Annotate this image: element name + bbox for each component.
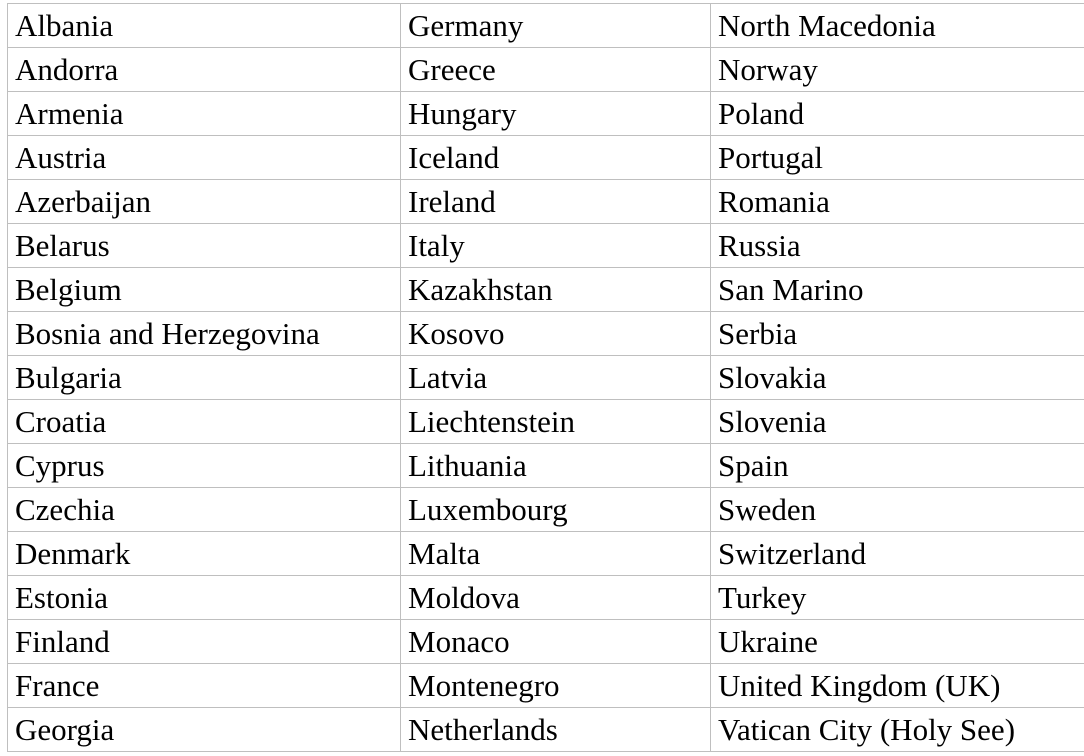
- country-cell: Finland: [7, 619, 401, 664]
- country-cell: Estonia: [7, 575, 401, 620]
- table-row: Azerbaijan Ireland Romania: [7, 179, 1084, 224]
- country-cell: United Kingdom (UK): [710, 663, 1084, 708]
- country-cell: Sweden: [710, 487, 1084, 532]
- country-cell: Luxembourg: [400, 487, 711, 532]
- country-cell: Georgia: [7, 707, 401, 752]
- table-row: Czechia Luxembourg Sweden: [7, 487, 1084, 532]
- country-cell: San Marino: [710, 267, 1084, 312]
- table-row: Belgium Kazakhstan San Marino: [7, 267, 1084, 312]
- table-row: Belarus Italy Russia: [7, 223, 1084, 268]
- country-cell: Turkey: [710, 575, 1084, 620]
- country-cell: Bosnia and Herzegovina: [7, 311, 401, 356]
- country-cell: France: [7, 663, 401, 708]
- country-cell: Latvia: [400, 355, 711, 400]
- country-cell: Italy: [400, 223, 711, 268]
- country-cell: Cyprus: [7, 443, 401, 488]
- table-row: Georgia Netherlands Vatican City (Holy See…: [7, 707, 1084, 752]
- country-cell: Germany: [400, 3, 711, 48]
- country-cell: Lithuania: [400, 443, 711, 488]
- table-row: Armenia Hungary Poland: [7, 91, 1084, 136]
- table-row: Bosnia and Herzegovina Kosovo Serbia: [7, 311, 1084, 356]
- country-table-body: Albania Germany North Macedonia Andorra Gree…: [7, 3, 1084, 752]
- country-cell: Armenia: [7, 91, 401, 136]
- country-cell: Andorra: [7, 47, 401, 92]
- country-cell: Iceland: [400, 135, 711, 180]
- country-cell: Romania: [710, 179, 1084, 224]
- country-cell: Serbia: [710, 311, 1084, 356]
- country-cell: Kosovo: [400, 311, 711, 356]
- table-row: Bulgaria Latvia Slovakia: [7, 355, 1084, 400]
- country-cell: Greece: [400, 47, 711, 92]
- table-row: Croatia Liechtenstein Slovenia: [7, 399, 1084, 444]
- country-cell: North Macedonia: [710, 3, 1084, 48]
- country-table-container: Albania Germany North Macedonia Andorra Gree…: [7, 3, 1084, 752]
- table-row: Finland Monaco Ukraine: [7, 619, 1084, 664]
- country-cell: Montenegro: [400, 663, 711, 708]
- table-row: Albania Germany North Macedonia: [7, 3, 1084, 48]
- country-cell: Hungary: [400, 91, 711, 136]
- country-cell: Spain: [710, 443, 1084, 488]
- table-row: Cyprus Lithuania Spain: [7, 443, 1084, 488]
- country-cell: Belgium: [7, 267, 401, 312]
- table-row: Andorra Greece Norway: [7, 47, 1084, 92]
- country-table: Albania Germany North Macedonia Andorra Gree…: [7, 3, 1084, 752]
- country-cell: Russia: [710, 223, 1084, 268]
- table-row: Estonia Moldova Turkey: [7, 575, 1084, 620]
- country-cell: Bulgaria: [7, 355, 401, 400]
- country-cell: Slovakia: [710, 355, 1084, 400]
- table-row: Denmark Malta Switzerland: [7, 531, 1084, 576]
- country-cell: Moldova: [400, 575, 711, 620]
- country-cell: Denmark: [7, 531, 401, 576]
- country-cell: Poland: [710, 91, 1084, 136]
- table-row: Austria Iceland Portugal: [7, 135, 1084, 180]
- country-cell: Albania: [7, 3, 401, 48]
- country-cell: Belarus: [7, 223, 401, 268]
- country-cell: Switzerland: [710, 531, 1084, 576]
- country-cell: Malta: [400, 531, 711, 576]
- table-row: France Montenegro United Kingdom (UK): [7, 663, 1084, 708]
- country-cell: Croatia: [7, 399, 401, 444]
- country-cell: Liechtenstein: [400, 399, 711, 444]
- country-cell: Norway: [710, 47, 1084, 92]
- country-cell: Vatican City (Holy See): [710, 707, 1084, 752]
- country-cell: Azerbaijan: [7, 179, 401, 224]
- country-cell: Slovenia: [710, 399, 1084, 444]
- country-cell: Monaco: [400, 619, 711, 664]
- country-cell: Kazakhstan: [400, 267, 711, 312]
- country-cell: Czechia: [7, 487, 401, 532]
- country-cell: Netherlands: [400, 707, 711, 752]
- country-cell: Ukraine: [710, 619, 1084, 664]
- country-cell: Portugal: [710, 135, 1084, 180]
- country-cell: Austria: [7, 135, 401, 180]
- country-cell: Ireland: [400, 179, 711, 224]
